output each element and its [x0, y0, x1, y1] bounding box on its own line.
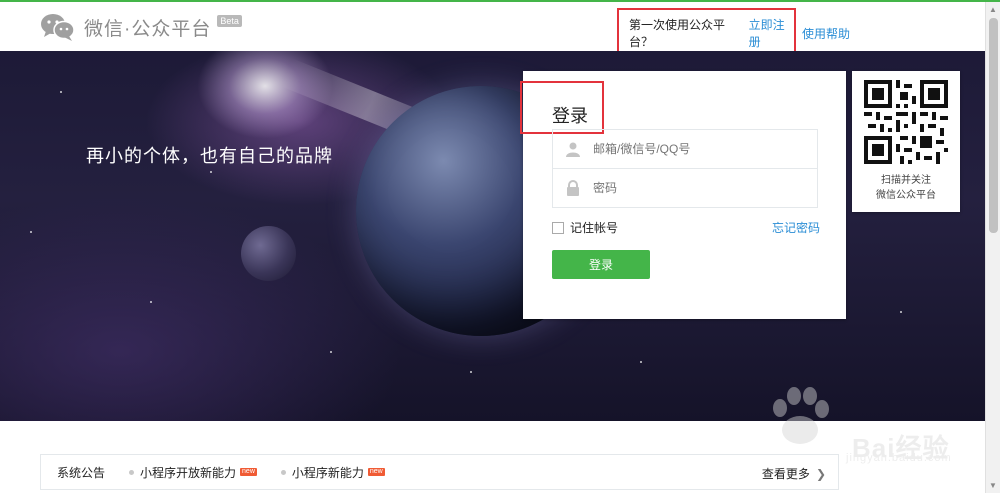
paw-icon — [773, 387, 829, 444]
qr-code-image — [864, 80, 948, 164]
star — [900, 311, 902, 313]
star — [210, 171, 212, 173]
password-field[interactable] — [552, 168, 818, 208]
qr-caption-line2: 微信公众平台 — [876, 190, 936, 201]
scroll-up-icon[interactable]: ▲ — [989, 5, 997, 14]
help-link[interactable]: 使用帮助 — [802, 25, 850, 42]
logo[interactable]: 微信·公众平台 Beta — [40, 12, 242, 42]
forgot-password-link[interactable]: 忘记密码 — [772, 219, 820, 236]
view-more-label[interactable]: 查看更多 — [762, 465, 810, 482]
watermark-url: jingyan.baidu.com — [846, 452, 952, 464]
star — [470, 371, 472, 373]
chevron-right-icon: ❯ — [815, 466, 826, 481]
notice-bar: 系统公告 小程序开放新能力 new 小程序新能力 new 查看更多 ❯ — [40, 454, 839, 490]
register-link[interactable]: 立即注册 — [749, 16, 794, 50]
star — [30, 231, 32, 233]
star — [640, 361, 642, 363]
first-time-text: 第一次使用公众平台？ — [629, 18, 726, 49]
lock-icon — [553, 169, 593, 207]
page-scrollbar[interactable]: ▲ ▼ — [985, 2, 1000, 493]
scroll-thumb[interactable] — [989, 18, 998, 233]
notice-item[interactable]: 小程序新能力 new — [280, 464, 385, 481]
user-icon — [553, 130, 593, 168]
login-title: 登录 — [552, 106, 588, 126]
scroll-down-icon[interactable]: ▼ — [989, 481, 997, 490]
qr-panel: 扫描并关注 微信公众平台 — [852, 71, 960, 212]
account-input[interactable] — [593, 139, 803, 159]
banner-slogan: 再小的个体，也有自己的品牌 — [86, 146, 333, 166]
remember-account[interactable]: 记住帐号 — [552, 219, 618, 236]
account-field[interactable] — [552, 129, 818, 169]
logo-text: 微信·公众平台 — [84, 18, 212, 40]
star — [60, 91, 62, 93]
login-button[interactable]: 登录 — [552, 250, 650, 279]
beta-badge: Beta — [217, 15, 242, 27]
view-more-link[interactable]: 查看更多 ❯ — [762, 465, 826, 482]
remember-checkbox[interactable] — [552, 221, 564, 234]
bullet-dot — [280, 469, 286, 475]
login-panel: 登录 记住帐号 忘记密码 登录 — [520, 71, 846, 319]
qr-caption-line1: 扫描并关注 — [881, 175, 931, 186]
star — [330, 351, 332, 353]
header: 微信·公众平台 Beta 第一次使用公众平台？ 立即注册 使用帮助 — [0, 2, 985, 58]
notice-item[interactable]: 小程序开放新能力 new — [129, 464, 257, 481]
notice-item-label[interactable]: 小程序开放新能力 — [140, 464, 236, 481]
bullet-dot — [129, 469, 135, 475]
password-input[interactable] — [593, 178, 803, 198]
planet-small — [241, 226, 296, 281]
notice-item-label[interactable]: 小程序新能力 — [292, 464, 364, 481]
new-badge: new — [367, 468, 385, 476]
notice-title: 系统公告 — [57, 465, 106, 480]
wechat-logo-icon — [40, 12, 76, 42]
remember-label: 记住帐号 — [570, 221, 619, 235]
new-badge: new — [240, 468, 257, 476]
star — [150, 301, 152, 303]
